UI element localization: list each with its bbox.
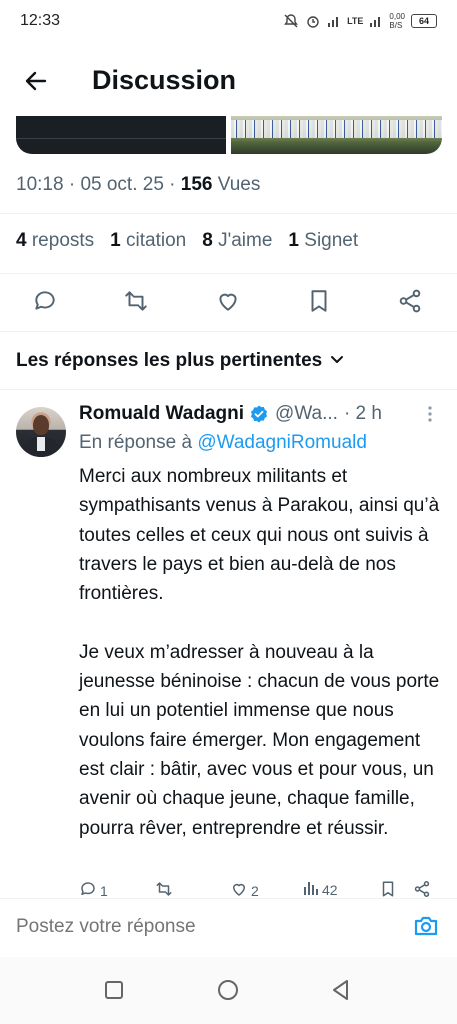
post-image-1[interactable] (16, 116, 226, 154)
signal-icon-2 (369, 14, 383, 28)
signal-icon (327, 14, 341, 28)
share-icon (397, 288, 423, 319)
status-time: 12:33 (20, 12, 61, 29)
reply-compose-bar (0, 899, 457, 957)
likes-count: 8 (202, 230, 213, 251)
data-rate: 0,00 B/S (389, 12, 405, 30)
replies-sort-label: Les réponses les plus pertinentes (16, 350, 323, 371)
reply-views-button[interactable]: 42 (303, 880, 338, 899)
bookmarks-label: Signet (304, 230, 359, 251)
reposts-stat[interactable]: 4 reposts (16, 230, 94, 252)
alarm-icon (305, 13, 321, 29)
avatar[interactable] (16, 407, 66, 457)
back-button[interactable] (20, 67, 52, 99)
reply-replies-count: 1 (100, 882, 108, 899)
reply-text: Merci aux nombreux militants et sympathi… (79, 466, 440, 839)
divider (0, 213, 457, 214)
chevron-down-icon (330, 350, 344, 372)
replies-sort-toggle[interactable]: Les réponses les plus pertinentes (16, 350, 344, 372)
comment-icon (32, 288, 58, 319)
divider (0, 389, 457, 390)
bookmarks-count: 1 (288, 230, 299, 251)
divider (0, 331, 457, 332)
camera-button[interactable] (411, 913, 441, 943)
reply-author-handle[interactable]: @Wa... (275, 403, 338, 425)
post-views-count: 156 (180, 174, 213, 195)
views-chart-icon (303, 880, 319, 899)
likes-label: J'aime (218, 230, 273, 251)
camera-icon (413, 914, 439, 943)
post-date: 05 oct. 25 (80, 174, 164, 195)
reply-button[interactable] (25, 283, 65, 323)
bookmark-icon (306, 288, 332, 319)
post-views-label: Vues (217, 174, 261, 195)
repost-icon (123, 288, 149, 319)
reposts-count: 4 (16, 230, 27, 251)
post-meta: 10:18 · 05 oct. 25 · 156 Vues (16, 174, 261, 195)
back-nav-button[interactable] (328, 979, 354, 1005)
arrow-left-icon (23, 68, 49, 99)
square-icon (104, 980, 124, 1005)
bookmark-button[interactable] (299, 283, 339, 323)
quotes-stat[interactable]: 1 citation (110, 230, 186, 252)
reply-time: · 2 h (343, 403, 382, 424)
verified-badge-icon (249, 404, 269, 424)
reply-to-line: En réponse à @WadagniRomuald (79, 432, 367, 454)
reply-likes-count: 2 (251, 882, 259, 899)
home-button[interactable] (215, 979, 241, 1005)
more-vertical-icon (427, 405, 433, 428)
status-icons: LTE 0,00 B/S 64 (283, 12, 437, 30)
heart-icon (215, 288, 241, 319)
more-options-button[interactable] (420, 404, 440, 428)
mute-icon (283, 13, 299, 29)
reply-author-name[interactable]: Romuald Wadagni (79, 403, 244, 425)
data-rate-value: 0,00 (389, 12, 405, 21)
bookmarks-stat[interactable]: 1 Signet (288, 230, 358, 252)
quotes-label: citation (126, 230, 187, 251)
battery-icon: 64 (411, 14, 437, 28)
post-stats: 4 reposts 1 citation 8 J'aime 1 Signet (16, 230, 358, 252)
status-bar: 12:33 LTE 0,00 B/S 64 (0, 0, 457, 44)
reply-to-prefix: En réponse à (79, 432, 193, 453)
reply-to-handle-link[interactable]: @WadagniRomuald (197, 432, 367, 453)
network-type: LTE (347, 16, 364, 26)
quotes-count: 1 (110, 230, 121, 251)
reply-compose-input[interactable] (16, 916, 386, 938)
reply-views-count: 42 (322, 881, 338, 898)
triangle-back-icon (331, 979, 351, 1006)
divider (0, 273, 457, 274)
page-title: Discussion (92, 65, 237, 95)
share-button[interactable] (390, 283, 430, 323)
likes-stat[interactable]: 8 J'aime (202, 230, 272, 252)
like-button[interactable] (208, 283, 248, 323)
repost-button[interactable] (116, 283, 156, 323)
system-nav-bar (0, 957, 457, 1024)
recent-apps-button[interactable] (101, 979, 127, 1005)
reply-header: Romuald Wadagni @Wa... · 2 h (79, 403, 382, 425)
post-image-2[interactable] (231, 116, 442, 154)
circle-icon (217, 979, 239, 1006)
reposts-label: reposts (31, 230, 95, 251)
header: Discussion (0, 55, 457, 115)
post-action-bar (0, 283, 457, 323)
post-time: 10:18 (16, 174, 64, 195)
data-rate-unit: B/S (389, 21, 403, 30)
